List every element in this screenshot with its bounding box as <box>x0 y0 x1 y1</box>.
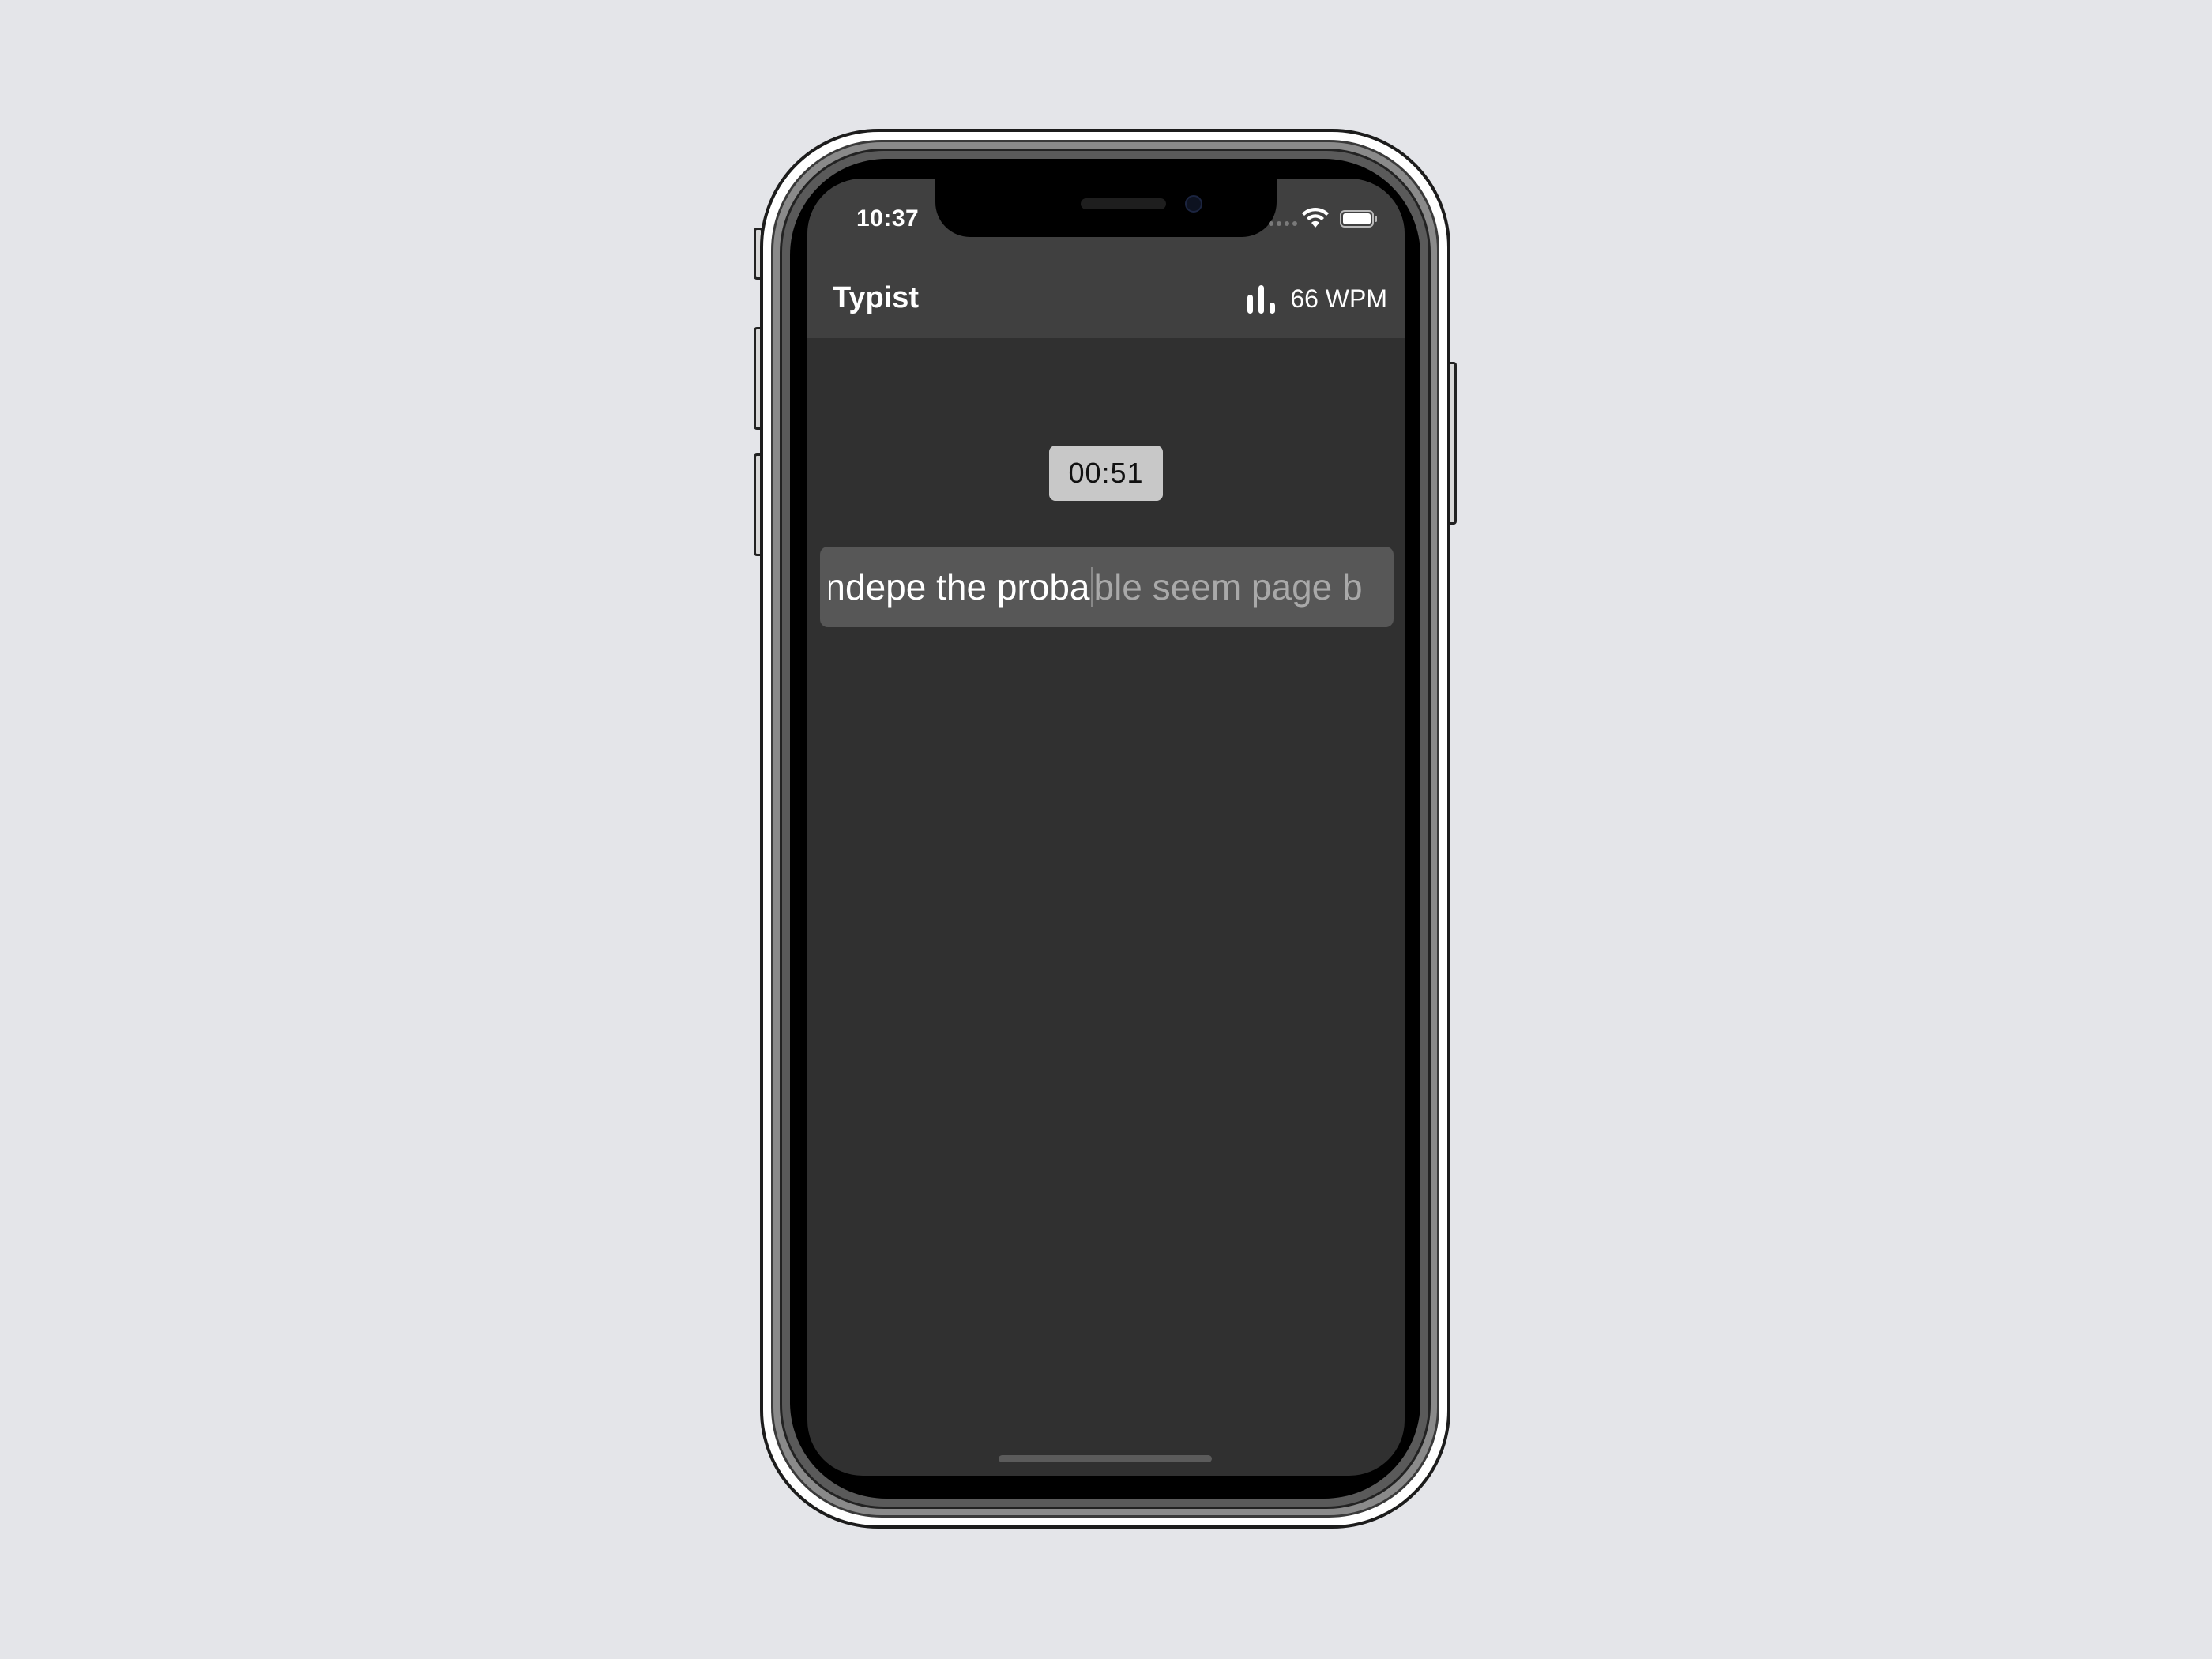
wifi-icon <box>1302 207 1329 228</box>
status-bar: 10:37 <box>807 179 1405 258</box>
typed-text: ndepe the proba <box>829 566 1090 608</box>
phone-screen: 10:37 Typist 66 WPM 00:51 ndepe the prob… <box>807 179 1405 1476</box>
timer-badge: 00:51 <box>1049 446 1163 501</box>
typing-prompt-box[interactable]: ndepe the proba ble seem page b <box>820 547 1394 627</box>
battery-icon <box>1340 210 1377 228</box>
cellular-signal-icon <box>1269 221 1297 226</box>
front-camera <box>1185 195 1202 213</box>
canvas: 10:37 Typist 66 WPM 00:51 ndepe the prob… <box>0 0 2212 1659</box>
wpm-label: 66 WPM <box>1290 284 1387 313</box>
text-cursor <box>1090 567 1093 607</box>
notch <box>935 179 1277 237</box>
typed-text-container: ndepe the proba <box>830 566 1090 608</box>
app-title: Typist <box>833 281 920 314</box>
home-indicator[interactable] <box>999 1455 1212 1462</box>
bar-chart-icon <box>1247 285 1276 314</box>
remaining-text: ble seem page b <box>1093 566 1363 608</box>
status-time: 10:37 <box>856 205 920 231</box>
speaker-grille <box>1081 198 1166 209</box>
typing-text-line: ndepe the proba ble seem page b <box>820 547 1394 627</box>
nav-bar: Typist 66 WPM <box>807 258 1405 338</box>
wpm-stats-button[interactable]: 66 WPM <box>1246 281 1387 316</box>
